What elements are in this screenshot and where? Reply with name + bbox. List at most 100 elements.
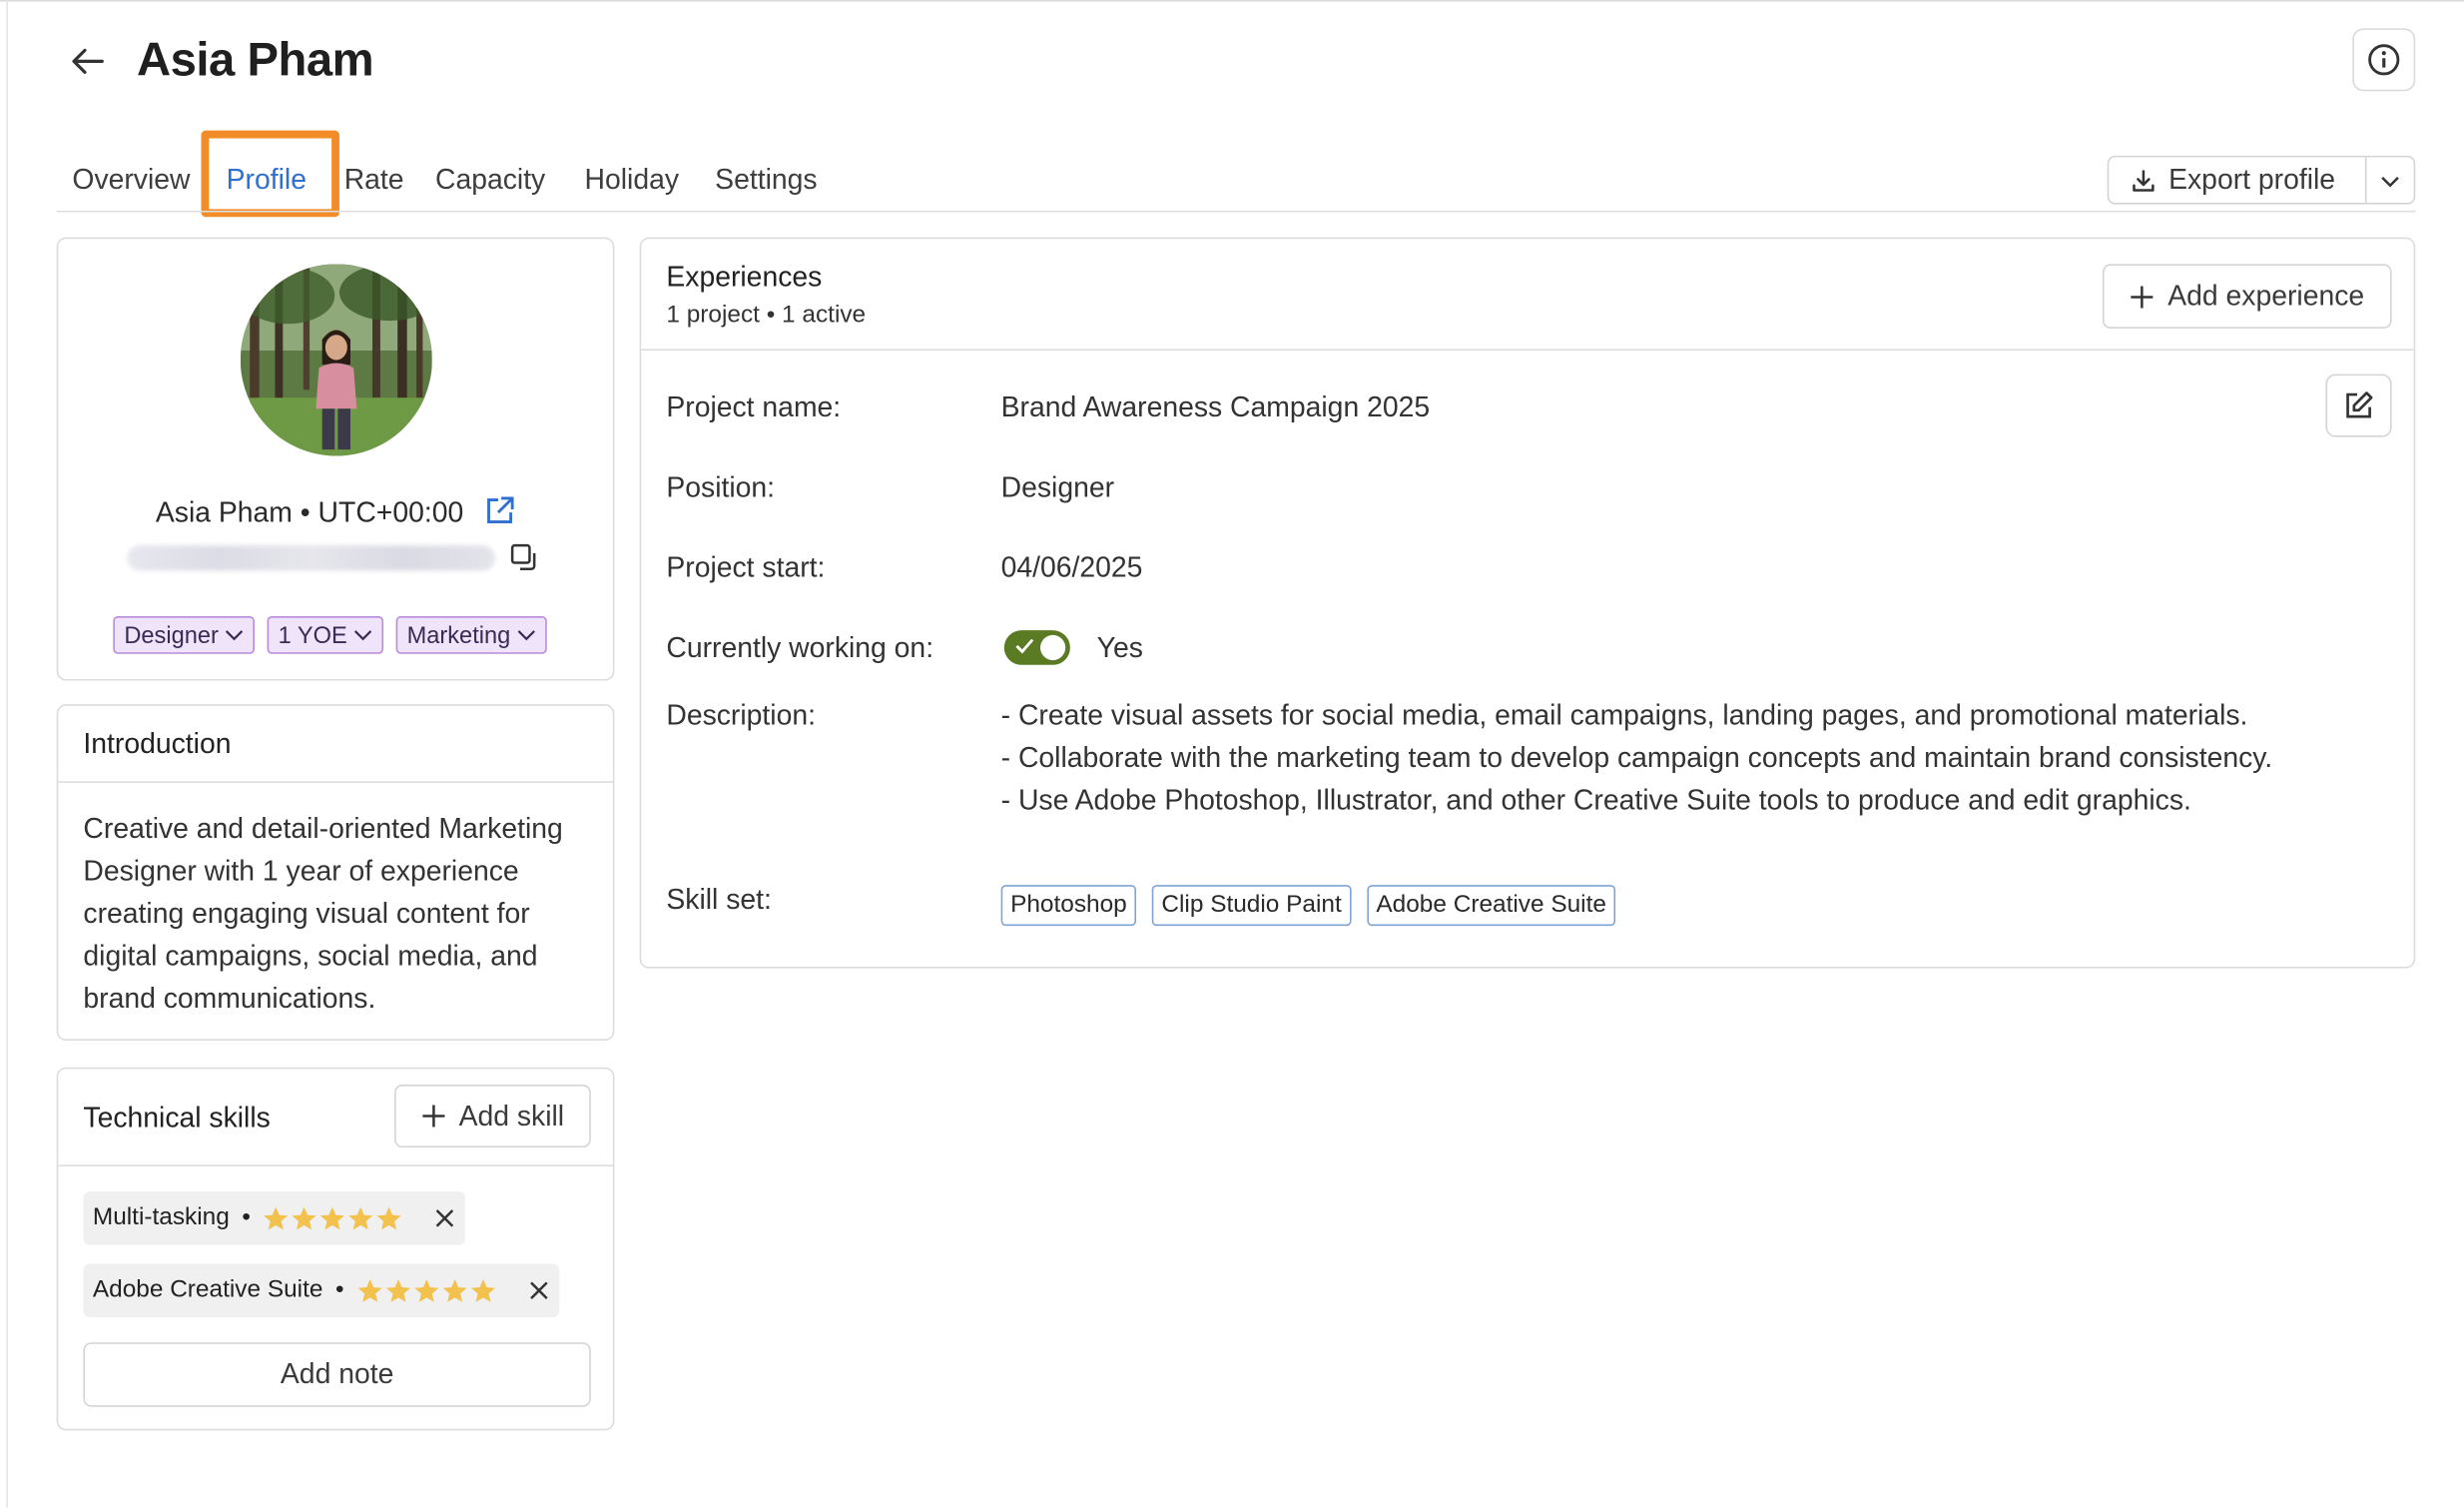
email-redacted [127,545,495,571]
edit-icon [2346,391,2373,418]
profile-name-line: Asia Pham • UTC+00:00 [58,495,613,534]
skill-rating[interactable] [356,1277,496,1304]
chevron-down-icon [225,630,244,641]
star-icon [293,1205,317,1229]
profile-card: Asia Pham • UTC+00:00 Designer 1 YOE Mar… [56,237,615,681]
skill-chip: Adobe Creative Suite • [83,1263,560,1318]
skill-name: Multi-tasking [92,1203,230,1231]
chevron-down-icon [517,630,535,641]
add-experience-button[interactable]: Add experience [2103,264,2392,329]
add-note-label: Add note [280,1357,394,1390]
department-select[interactable]: Marketing [395,616,547,654]
top-divider [0,0,2464,5]
star-icon [357,1278,382,1301]
toggle-knob [1039,634,1066,661]
description-line: - Collaborate with the marketing team to… [1000,741,2273,774]
skill-tag: Adobe Creative Suite [1366,885,1616,927]
star-icon [348,1205,373,1229]
role-select[interactable]: Designer [113,616,256,654]
chevron-down-icon [353,630,372,641]
skill-chip: Multi-tasking • [83,1191,466,1245]
tab-divider [56,210,2416,213]
skill-set-tags: Photoshop Clip Studio Paint Adobe Creati… [1000,885,1616,927]
description-label: Description: [666,699,816,731]
experiences-card: Experiences 1 project • 1 active Add exp… [639,237,2416,969]
currently-working-label: Currently working on: [666,631,934,664]
plus-icon [422,1105,445,1128]
avatar[interactable] [240,264,432,456]
tab-capacity[interactable]: Capacity [435,164,545,197]
remove-skill-button[interactable] [434,1207,456,1229]
skill-tag: Photoshop [1000,885,1137,927]
skill-rating[interactable] [264,1204,403,1231]
page-title: Asia Pham [136,34,374,87]
introduction-header: Introduction [58,706,613,783]
position-value: Designer [1000,471,1115,503]
introduction-text: Creative and detail-oriented Marketing D… [83,812,563,1015]
copy-email-button[interactable] [509,542,540,581]
profile-pills: Designer 1 YOE Marketing [113,616,547,654]
star-icon [442,1278,467,1301]
star-icon [414,1278,439,1301]
project-name-label: Project name: [666,390,842,423]
back-button[interactable] [63,39,113,83]
star-icon [377,1205,402,1229]
star-icon [385,1278,410,1301]
close-icon [529,1281,548,1300]
add-note-button[interactable]: Add note [83,1342,591,1407]
add-skill-button[interactable]: Add skill [394,1085,591,1148]
remove-skill-button[interactable] [528,1279,550,1301]
description-text: - Create visual assets for social media,… [1001,695,2321,822]
separator-dot: • [335,1276,344,1303]
active-tab-highlight [201,130,339,218]
separator-dot: • [242,1203,251,1231]
tab-rate[interactable]: Rate [344,164,404,197]
info-icon [2368,44,2400,76]
introduction-card: Introduction Creative and detail-oriente… [56,704,615,1041]
download-icon [2133,169,2155,191]
tab-overview[interactable]: Overview [72,164,190,197]
skill-set-label: Skill set: [666,883,772,916]
copy-icon [510,543,536,571]
back-arrow-icon [72,48,104,74]
currently-working-toggle[interactable] [1003,630,1070,665]
close-icon [436,1209,454,1227]
project-start-value: 04/06/2025 [1000,551,1143,583]
external-link-button[interactable] [484,495,515,534]
star-icon [264,1205,289,1229]
role-select-value: Designer [124,621,219,649]
project-start-label: Project start: [666,551,826,583]
description-line: - Use Adobe Photoshop, Illustrator, and … [1000,784,2191,816]
experience-select[interactable]: 1 YOE [267,616,383,654]
check-icon [1015,638,1034,654]
introduction-title: Introduction [83,727,232,760]
skill-name: Adobe Creative Suite [92,1276,323,1303]
add-skill-label: Add skill [458,1100,565,1131]
project-name-value: Brand Awareness Campaign 2025 [1000,390,1431,423]
currently-working-value: Yes [1096,631,1143,664]
technical-skills-title: Technical skills [83,1102,271,1133]
left-divider [6,0,8,1508]
experience-select-value: 1 YOE [278,621,347,649]
info-button[interactable] [2352,28,2416,92]
department-select-value: Marketing [406,621,511,649]
technical-skills-card: Technical skills Add skill Multi-tasking… [56,1067,615,1431]
export-profile-label: Export profile [2168,163,2336,196]
star-icon [470,1278,495,1301]
add-experience-label: Add experience [2167,280,2365,312]
chevron-down-icon [2381,176,2399,187]
edit-experience-button[interactable] [2325,374,2392,437]
export-options-dropdown[interactable] [2366,157,2413,203]
external-link-icon [487,496,514,523]
experiences-summary: 1 project • 1 active [666,302,867,329]
experiences-title: Experiences [666,261,823,293]
star-icon [320,1205,345,1229]
tab-holiday[interactable]: Holiday [585,164,679,197]
app-root: Asia Pham Overview Profile Rate Capacity… [0,0,2464,1508]
profile-name-timezone: Asia Pham • UTC+00:00 [155,496,464,528]
skill-tag: Clip Studio Paint [1151,885,1352,927]
tab-settings[interactable]: Settings [715,164,817,197]
export-profile-split-button: Export profile [2107,155,2416,205]
export-profile-button[interactable]: Export profile [2109,157,2367,204]
position-label: Position: [666,471,776,503]
